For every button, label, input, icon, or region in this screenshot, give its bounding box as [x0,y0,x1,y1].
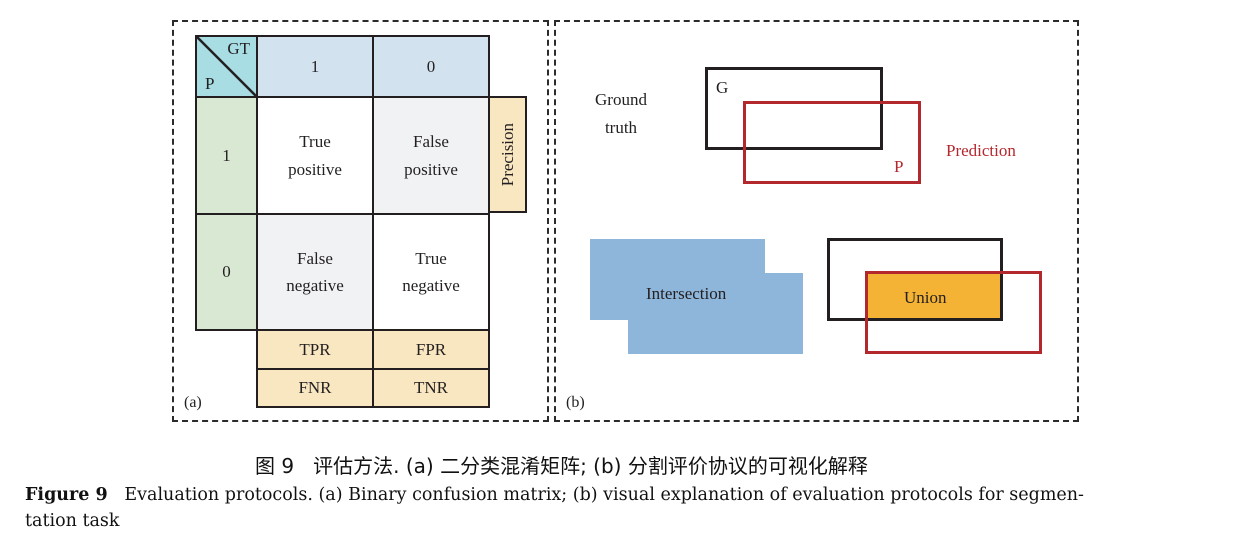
fp-line2: positive [404,159,458,179]
intersection-label: Intersection [646,284,727,303]
matrix-corner-cell: GT P [195,35,258,98]
tp-line2: positive [288,159,342,179]
caption-figure-number: Figure 9 [25,485,108,505]
ground-truth-label: Ground truth [585,86,657,142]
panel-a-label: (a) [184,394,202,411]
caption-line2: tation task [25,511,120,531]
rate-tnr: TNR [372,368,490,408]
tn-line1: True [415,248,447,268]
fp-line1: False [413,132,449,152]
union-prediction-box [865,271,1042,354]
cell-false-negative: False negative [256,213,374,331]
fn-line2: negative [286,276,344,295]
precision-cell: Precision [488,96,527,213]
rate-tpr: TPR [256,329,374,370]
corner-p-label: P [205,74,215,93]
cell-true-negative: True negative [372,213,490,331]
corner-gt-label: GT [227,39,250,58]
caption-chinese: 图 9 评估方法. (a) 二分类混淆矩阵; (b) 分割评价协议的可视化解释 [255,454,868,478]
row-header-0: 0 [195,213,258,331]
row-header-1: 1 [195,96,258,215]
cell-false-positive: False positive [372,96,490,215]
col-header-1: 1 [256,35,374,98]
p-label: P [894,157,904,176]
fn-line1: False [297,248,333,268]
ground-truth-line1: Ground [595,90,647,109]
prediction-label: Prediction [946,141,1016,160]
g-label: G [716,78,729,97]
col-header-0: 0 [372,35,490,98]
rate-fnr: FNR [256,368,374,408]
caption-english: Figure 9 Evaluation protocols. (a) Binar… [25,482,1240,534]
panel-b-label: (b) [566,394,585,411]
union-label: Union [904,288,947,307]
tp-line1: True [299,132,331,152]
caption-line1: Evaluation protocols. (a) Binary confusi… [124,485,1084,505]
ground-truth-line2: truth [604,118,638,137]
tn-line2: negative [402,276,460,295]
cell-true-positive: True positive [256,96,374,215]
rate-fpr: FPR [372,329,490,370]
precision-label: Precision [497,122,517,187]
